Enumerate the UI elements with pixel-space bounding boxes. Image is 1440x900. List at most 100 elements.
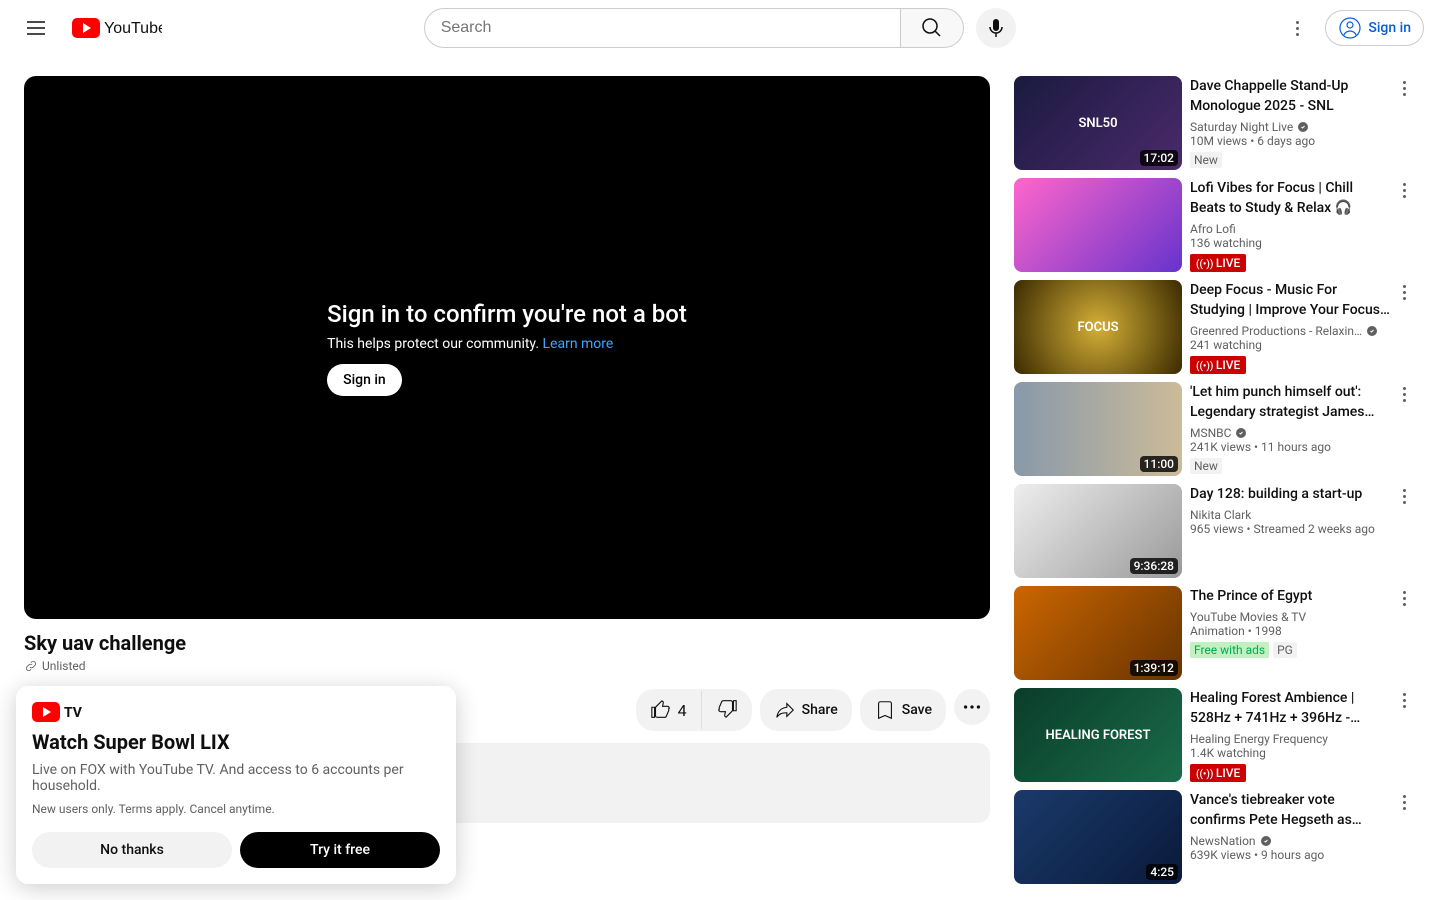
recommendation-more-button[interactable]	[1392, 688, 1416, 712]
video-player[interactable]: Sign in to confirm you're not a bot This…	[24, 76, 990, 619]
more-vert-icon	[1403, 285, 1406, 300]
search-icon	[920, 16, 944, 40]
recommendation-title: Dave Chappelle Stand-Up Monologue 2025 -…	[1190, 76, 1392, 116]
verified-icon	[1235, 427, 1247, 439]
recommendation-meta: Day 128: building a start-up Nikita Clar…	[1190, 484, 1416, 578]
video-badge: New	[1190, 152, 1222, 168]
video-thumbnail[interactable]: 11:00	[1014, 382, 1182, 476]
video-title: Sky uav challenge	[24, 631, 990, 655]
video-badge: New	[1190, 458, 1222, 474]
signin-button[interactable]: Sign in	[1325, 10, 1424, 46]
recommendation-meta: Vance's tiebreaker vote confirms Pete He…	[1190, 790, 1416, 884]
recommendation-more-button[interactable]	[1392, 382, 1416, 406]
recommendation-more-button[interactable]	[1392, 280, 1416, 304]
recommendation-meta: 'Let him punch himself out': Legendary s…	[1190, 382, 1416, 476]
verified-icon	[1366, 325, 1378, 337]
video-thumbnail[interactable]: 1:39:12	[1014, 586, 1182, 680]
search-button[interactable]	[900, 8, 964, 48]
video-thumbnail[interactable]: 4:25	[1014, 790, 1182, 884]
recommendation-item[interactable]: Lofi Vibes for Focus | Chill Beats to St…	[1014, 178, 1416, 272]
youtube-tv-logo: TV	[32, 702, 92, 722]
recommendation-channel[interactable]: Greenred Productions - Relaxin…	[1190, 324, 1392, 338]
recommendation-item[interactable]: FOCUS Deep Focus - Music For Studying | …	[1014, 280, 1416, 374]
verified-icon	[1260, 835, 1272, 847]
header-left: YouTube	[16, 8, 162, 48]
svg-text:YouTube: YouTube	[104, 20, 162, 37]
recommendation-more-button[interactable]	[1392, 790, 1416, 814]
signin-label: Sign in	[1368, 20, 1411, 36]
learn-more-link[interactable]: Learn more	[543, 336, 614, 352]
recommendation-item[interactable]: 4:25 Vance's tiebreaker vote confirms Pe…	[1014, 790, 1416, 884]
recommendation-channel[interactable]: YouTube Movies & TV	[1190, 610, 1392, 624]
no-thanks-button[interactable]: No thanks	[32, 832, 232, 868]
youtube-logo[interactable]: YouTube	[72, 18, 162, 38]
share-button[interactable]: Share	[760, 689, 852, 731]
thumbnail-label: HEALING FOREST	[1014, 688, 1182, 782]
verified-icon	[1297, 121, 1309, 133]
more-actions-button[interactable]	[954, 689, 990, 725]
recommendation-stats: 965 views • Streamed 2 weeks ago	[1190, 522, 1392, 536]
recommendation-channel[interactable]: Saturday Night Live	[1190, 120, 1392, 134]
youtube-logo-icon: YouTube	[72, 18, 162, 38]
user-icon	[1338, 16, 1362, 40]
video-thumbnail[interactable]	[1014, 178, 1182, 272]
video-duration: 17:02	[1140, 150, 1178, 166]
link-icon	[24, 659, 38, 673]
recommendation-item[interactable]: 1:39:12 The Prince of Egypt YouTube Movi…	[1014, 586, 1416, 680]
recommendation-stats: 136 watching	[1190, 236, 1392, 250]
recommendation-item[interactable]: HEALING FOREST Healing Forest Ambience |…	[1014, 688, 1416, 782]
recommendation-title: The Prince of Egypt	[1190, 586, 1392, 606]
thumbnail-label	[1014, 178, 1182, 272]
recommendation-stats: 639K views • 9 hours ago	[1190, 848, 1392, 862]
recommendation-more-button[interactable]	[1392, 484, 1416, 508]
more-vert-icon	[1403, 387, 1406, 402]
video-badge: LIVE	[1190, 356, 1246, 374]
voice-search-button[interactable]	[976, 8, 1016, 48]
recommendation-channel[interactable]: Nikita Clark	[1190, 508, 1392, 522]
video-thumbnail[interactable]: FOCUS	[1014, 280, 1182, 374]
recommendation-item[interactable]: 9:36:28 Day 128: building a start-up Nik…	[1014, 484, 1416, 578]
recommendation-title: 'Let him punch himself out': Legendary s…	[1190, 382, 1392, 422]
player-signin-button[interactable]: Sign in	[327, 364, 402, 396]
recommendation-more-button[interactable]	[1392, 76, 1416, 100]
recommendation-channel[interactable]: Healing Energy Frequency	[1190, 732, 1392, 746]
like-count: 4	[678, 701, 687, 720]
video-badge: LIVE	[1190, 764, 1246, 782]
search-form	[424, 8, 964, 48]
recommendation-more-button[interactable]	[1392, 586, 1416, 610]
recommendation-title: Deep Focus - Music For Studying | Improv…	[1190, 280, 1392, 320]
recommendation-item[interactable]: SNL50 17:02 Dave Chappelle Stand-Up Mono…	[1014, 76, 1416, 170]
try-it-free-button[interactable]: Try it free	[240, 832, 440, 868]
promo-fineprint: New users only. Terms apply. Cancel anyt…	[32, 802, 440, 816]
recommendation-channel[interactable]: Afro Lofi	[1190, 222, 1392, 236]
recommendation-meta: Dave Chappelle Stand-Up Monologue 2025 -…	[1190, 76, 1416, 170]
player-message: Sign in to confirm you're not a bot This…	[327, 300, 687, 396]
recommendation-meta: The Prince of Egypt YouTube Movies & TV …	[1190, 586, 1416, 680]
settings-button[interactable]	[1277, 8, 1317, 48]
recommendation-title: Day 128: building a start-up	[1190, 484, 1392, 504]
recommendation-channel[interactable]: NewsNation	[1190, 834, 1392, 848]
recommendation-channel[interactable]: MSNBC	[1190, 426, 1392, 440]
more-vert-icon	[1296, 21, 1299, 36]
menu-button[interactable]	[16, 8, 56, 48]
dislike-button[interactable]	[702, 689, 752, 731]
search-input[interactable]	[424, 8, 900, 48]
video-thumbnail[interactable]: HEALING FOREST	[1014, 688, 1182, 782]
share-icon	[774, 699, 796, 721]
rating-badge: PG	[1273, 642, 1297, 658]
recommendation-item[interactable]: 11:00 'Let him punch himself out': Legen…	[1014, 382, 1416, 476]
promo-title: Watch Super Bowl LIX	[32, 730, 440, 754]
like-button[interactable]: 4	[636, 691, 702, 729]
video-thumbnail[interactable]: SNL50 17:02	[1014, 76, 1182, 170]
save-button[interactable]: Save	[860, 689, 946, 731]
microphone-icon	[984, 16, 1008, 40]
more-vert-icon	[1403, 795, 1406, 810]
recommendation-meta: Lofi Vibes for Focus | Chill Beats to St…	[1190, 178, 1416, 272]
recommendation-title: Healing Forest Ambience | 528Hz + 741Hz …	[1190, 688, 1392, 728]
video-thumbnail[interactable]: 9:36:28	[1014, 484, 1182, 578]
header-right: Sign in	[1277, 8, 1424, 48]
recommendation-meta: Deep Focus - Music For Studying | Improv…	[1190, 280, 1416, 374]
recommendation-more-button[interactable]	[1392, 178, 1416, 202]
video-duration: 4:25	[1146, 864, 1178, 880]
like-dislike-pill: 4	[636, 689, 752, 731]
